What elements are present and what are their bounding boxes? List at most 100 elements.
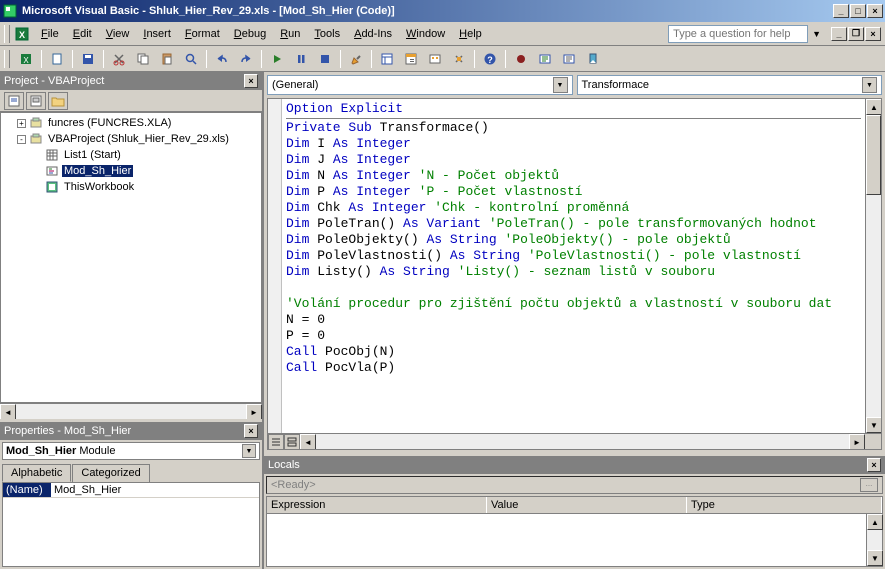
- code-editor[interactable]: Option ExplicitPrivate Sub Transformace(…: [267, 98, 882, 450]
- locals-panel-close-button[interactable]: ×: [867, 458, 881, 472]
- locals-v-scrollbar[interactable]: ▲ ▼: [866, 514, 882, 566]
- scroll-right-button[interactable]: ►: [246, 404, 262, 420]
- tree-item-project[interactable]: -VBAProject (Shluk_Hier_Rev_29.xls): [3, 131, 259, 147]
- scroll-left-button[interactable]: ◄: [300, 434, 316, 450]
- object-dropdown[interactable]: (General) ▼: [267, 75, 573, 95]
- locals-call-stack-button[interactable]: ...: [860, 478, 878, 492]
- menu-format[interactable]: Format: [178, 26, 227, 42]
- break-button[interactable]: [290, 48, 312, 70]
- project-explorer-button[interactable]: [376, 48, 398, 70]
- copy-button[interactable]: [132, 48, 154, 70]
- scroll-down-button[interactable]: ▼: [867, 550, 883, 566]
- toolbox-button[interactable]: [448, 48, 470, 70]
- tree-toggle-icon[interactable]: +: [17, 119, 26, 128]
- project-panel-close-button[interactable]: ×: [244, 74, 258, 88]
- comment-block-button[interactable]: [534, 48, 556, 70]
- scroll-right-button[interactable]: ►: [849, 434, 865, 450]
- design-mode-button[interactable]: [345, 48, 367, 70]
- properties-window-button[interactable]: [400, 48, 422, 70]
- tree-item-workbook[interactable]: ThisWorkbook: [3, 179, 259, 195]
- insert-button[interactable]: [46, 48, 68, 70]
- menu-debug[interactable]: Debug: [227, 26, 273, 42]
- toolbar-grip[interactable]: [4, 25, 10, 43]
- bookmark-button[interactable]: [582, 48, 604, 70]
- tree-item-sheet[interactable]: List1 (Start): [3, 147, 259, 163]
- save-button[interactable]: [77, 48, 99, 70]
- menu-run[interactable]: Run: [273, 26, 307, 42]
- properties-grid[interactable]: (Name)Mod_Sh_Hier: [2, 482, 260, 567]
- scroll-up-button[interactable]: ▲: [867, 514, 883, 530]
- menu-file[interactable]: File: [34, 26, 66, 42]
- title-bar: Microsoft Visual Basic - Shluk_Hier_Rev_…: [0, 0, 885, 22]
- menu-addins[interactable]: Add-Ins: [347, 26, 399, 42]
- excel-icon[interactable]: X: [14, 26, 30, 42]
- reset-button[interactable]: [314, 48, 336, 70]
- properties-panel-title: Properties - Mod_Sh_Hier ×: [0, 422, 262, 440]
- menu-edit[interactable]: Edit: [66, 26, 99, 42]
- toolbar-grip[interactable]: [4, 50, 10, 68]
- view-code-button[interactable]: [4, 92, 24, 110]
- help-dropdown-icon[interactable]: ▼: [812, 29, 821, 39]
- code-v-scrollbar[interactable]: ▲ ▼: [865, 99, 881, 433]
- property-row[interactable]: (Name)Mod_Sh_Hier: [3, 483, 259, 498]
- procedure-dropdown[interactable]: Transformace ▼: [577, 75, 883, 95]
- locals-context: <Ready> ...: [266, 476, 883, 494]
- cut-button[interactable]: [108, 48, 130, 70]
- paste-button[interactable]: [156, 48, 178, 70]
- mdi-minimize-button[interactable]: _: [831, 27, 847, 41]
- help-search-input[interactable]: [668, 25, 808, 43]
- properties-object-dropdown[interactable]: Mod_Sh_Hier Module ▼: [2, 442, 260, 460]
- properties-panel-close-button[interactable]: ×: [244, 424, 258, 438]
- full-module-view-button[interactable]: [284, 434, 300, 450]
- mdi-close-button[interactable]: ×: [865, 27, 881, 41]
- procedure-view-button[interactable]: [268, 434, 284, 450]
- menu-bar: X FileEditViewInsertFormatDebugRunToolsA…: [0, 22, 885, 46]
- project-tree[interactable]: +funcres (FUNCRES.XLA)-VBAProject (Shluk…: [0, 112, 262, 403]
- uncomment-block-button[interactable]: [558, 48, 580, 70]
- project-icon: [29, 132, 43, 146]
- menu-window[interactable]: Window: [399, 26, 452, 42]
- help-button[interactable]: ?: [479, 48, 501, 70]
- tree-label: ThisWorkbook: [62, 181, 136, 193]
- locals-column-value[interactable]: Value: [487, 497, 687, 513]
- locals-column-expression[interactable]: Expression: [267, 497, 487, 513]
- run-button[interactable]: [266, 48, 288, 70]
- svg-text:X: X: [19, 30, 25, 40]
- mdi-restore-button[interactable]: ❐: [848, 27, 864, 41]
- close-button[interactable]: ×: [867, 4, 883, 18]
- minimize-button[interactable]: _: [833, 4, 849, 18]
- view-object-button[interactable]: [26, 92, 46, 110]
- undo-button[interactable]: [211, 48, 233, 70]
- scroll-left-button[interactable]: ◄: [0, 404, 16, 420]
- toggle-folders-button[interactable]: [48, 92, 68, 110]
- menu-help[interactable]: Help: [452, 26, 489, 42]
- locals-title-text: Locals: [268, 459, 300, 471]
- scroll-thumb[interactable]: [866, 115, 881, 195]
- project-h-scrollbar[interactable]: ◄ ►: [0, 403, 262, 419]
- scroll-up-button[interactable]: ▲: [866, 99, 881, 115]
- menu-tools[interactable]: Tools: [307, 26, 347, 42]
- locals-column-type[interactable]: Type: [687, 497, 882, 513]
- tab-alphabetic[interactable]: Alphabetic: [2, 464, 71, 482]
- view-excel-button[interactable]: X: [15, 48, 37, 70]
- locals-grid[interactable]: ▲ ▼: [266, 514, 883, 567]
- find-button[interactable]: [180, 48, 202, 70]
- property-name: (Name): [3, 483, 51, 497]
- menu-view[interactable]: View: [99, 26, 137, 42]
- properties-object-type: Module: [79, 445, 115, 457]
- object-browser-button[interactable]: [424, 48, 446, 70]
- tree-item-module[interactable]: Mod_Sh_Hier: [3, 163, 259, 179]
- properties-object-name: Mod_Sh_Hier: [6, 445, 76, 457]
- property-value[interactable]: Mod_Sh_Hier: [51, 483, 259, 497]
- window-title: Microsoft Visual Basic - Shluk_Hier_Rev_…: [22, 5, 833, 17]
- menu-insert[interactable]: Insert: [136, 26, 178, 42]
- breakpoint-button[interactable]: [510, 48, 532, 70]
- redo-button[interactable]: [235, 48, 257, 70]
- tree-label: Mod_Sh_Hier: [62, 165, 133, 177]
- tab-categorized[interactable]: Categorized: [72, 464, 149, 482]
- scroll-down-button[interactable]: ▼: [866, 417, 881, 433]
- code-margin[interactable]: [268, 99, 282, 433]
- tree-item-project[interactable]: +funcres (FUNCRES.XLA): [3, 115, 259, 131]
- tree-toggle-icon[interactable]: -: [17, 135, 26, 144]
- maximize-button[interactable]: □: [850, 4, 866, 18]
